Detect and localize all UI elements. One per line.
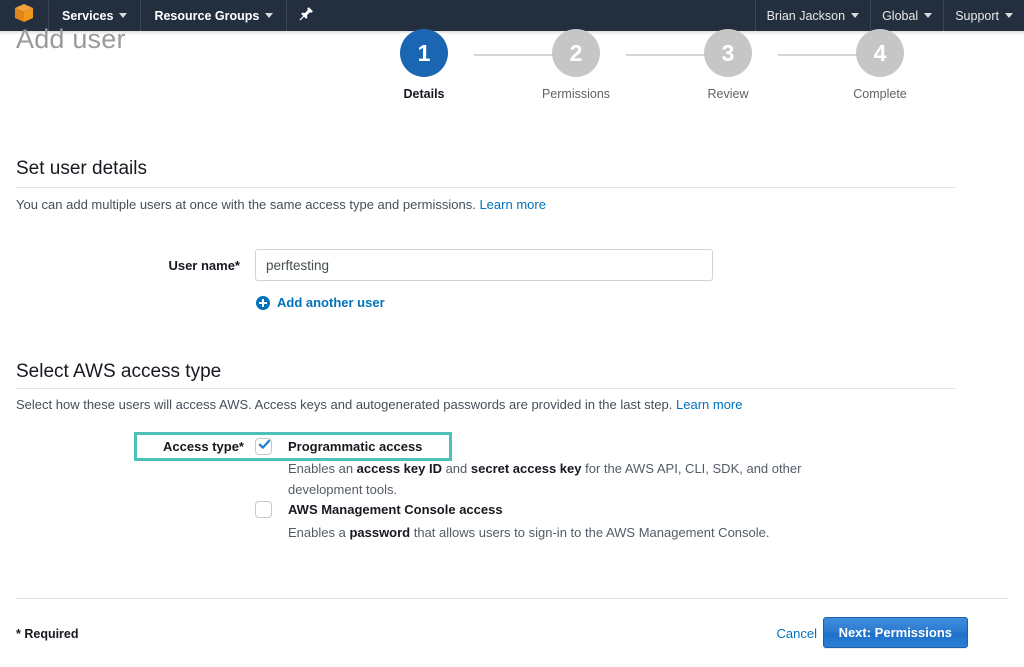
wizard-step-2-number: 2	[552, 29, 600, 77]
console-desc-bold-password: password	[349, 525, 410, 540]
set-user-details-heading: Set user details	[16, 158, 147, 180]
select-access-type-heading: Select AWS access type	[16, 361, 221, 383]
wizard-progress-indicator: 1 Details 2 Permissions 3 Review 4 Compl…	[372, 27, 948, 137]
wizard-step-3-label: Review	[678, 87, 778, 101]
access-section-divider	[16, 388, 956, 389]
programmatic-access-description: Enables an access key ID and secret acce…	[288, 458, 848, 500]
programmatic-access-checkbox[interactable]	[255, 438, 272, 455]
wizard-step-permissions[interactable]: 2 Permissions	[526, 27, 626, 101]
details-description-text: You can add multiple users at once with …	[16, 197, 476, 212]
page-title: Add user	[16, 24, 126, 55]
console-access-description: Enables a password that allows users to …	[288, 522, 888, 543]
console-desc-prefix: Enables a	[288, 525, 349, 540]
user-name-input[interactable]	[255, 249, 713, 281]
access-learn-more-link[interactable]: Learn more	[676, 397, 742, 412]
nav-item-resource-groups-label: Resource Groups	[154, 9, 259, 23]
required-note: * Required	[16, 627, 79, 641]
prog-desc-prefix: Enables an	[288, 461, 357, 476]
nav-item-services-label: Services	[62, 9, 113, 23]
prog-desc-bold-access-key-id: access key ID	[357, 461, 442, 476]
console-desc-suffix: that allows users to sign-in to the AWS …	[410, 525, 769, 540]
chevron-down-icon	[924, 13, 932, 18]
cancel-button[interactable]: Cancel	[777, 626, 817, 641]
access-section-description: Select how these users will access AWS. …	[16, 397, 742, 412]
wizard-step-4-number: 4	[856, 29, 904, 77]
wizard-step-1-number: 1	[400, 29, 448, 77]
chevron-down-icon	[119, 13, 127, 18]
plus-circle-icon	[256, 296, 270, 310]
support-label: Support	[955, 9, 999, 23]
wizard-step-4-label: Complete	[830, 87, 930, 101]
nav-item-resource-groups[interactable]: Resource Groups	[140, 0, 286, 31]
chevron-down-icon	[265, 13, 273, 18]
wizard-step-complete[interactable]: 4 Complete	[830, 27, 930, 101]
nav-item-support-menu[interactable]: Support	[943, 0, 1024, 31]
add-another-user-label: Add another user	[277, 295, 385, 310]
wizard-step-2-label: Permissions	[526, 87, 626, 101]
pin-shortcut-button[interactable]	[286, 0, 326, 31]
wizard-step-3-number: 3	[704, 29, 752, 77]
wizard-track: 1 Details 2 Permissions 3 Review 4 Compl…	[372, 27, 948, 83]
add-another-user-button[interactable]: Add another user	[256, 295, 385, 310]
access-type-label: Access type*	[150, 439, 244, 454]
wizard-step-review[interactable]: 3 Review	[678, 27, 778, 101]
user-name-label: User name*	[100, 258, 240, 273]
next-permissions-button[interactable]: Next: Permissions	[823, 617, 968, 648]
console-access-checkbox[interactable]	[255, 501, 272, 518]
footer-divider	[16, 598, 1008, 599]
details-section-divider	[16, 187, 956, 188]
console-access-label[interactable]: AWS Management Console access	[288, 502, 503, 517]
prog-desc-bold-secret-access-key: secret access key	[471, 461, 582, 476]
chevron-down-icon	[1005, 13, 1013, 18]
prog-desc-mid: and	[442, 461, 471, 476]
chevron-down-icon	[851, 13, 859, 18]
programmatic-access-label[interactable]: Programmatic access	[288, 439, 422, 454]
pushpin-icon	[299, 6, 314, 26]
access-description-text: Select how these users will access AWS. …	[16, 397, 672, 412]
wizard-step-details[interactable]: 1 Details	[374, 27, 474, 101]
checkmark-icon	[258, 438, 271, 451]
account-name-label: Brian Jackson	[767, 9, 846, 23]
details-learn-more-link[interactable]: Learn more	[479, 197, 545, 212]
region-label: Global	[882, 9, 918, 23]
details-section-description: You can add multiple users at once with …	[16, 197, 546, 212]
wizard-step-1-label: Details	[374, 87, 474, 101]
